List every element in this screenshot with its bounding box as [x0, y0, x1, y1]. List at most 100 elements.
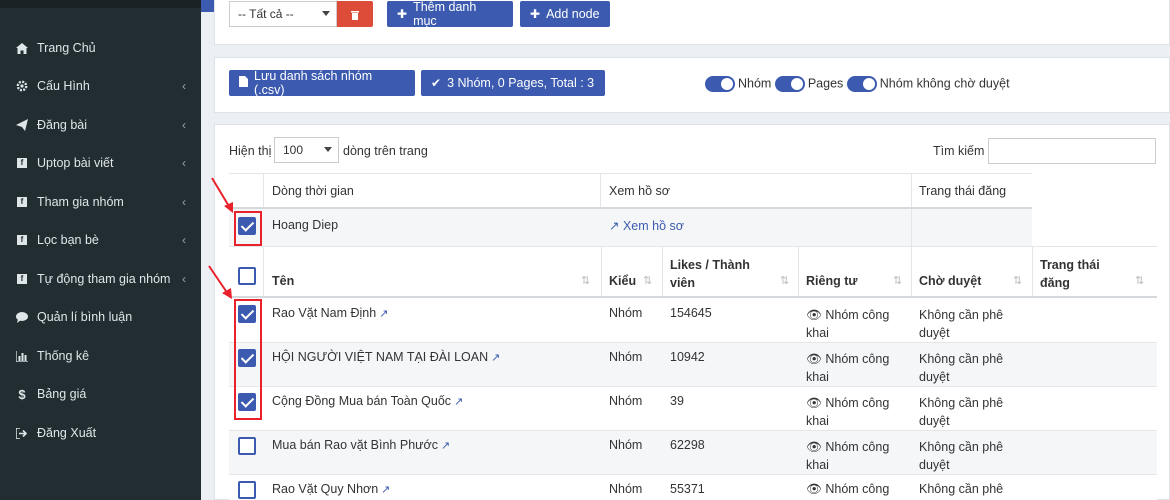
chevron-down-icon	[324, 147, 332, 152]
group-members: 62298	[670, 438, 705, 452]
sidebar-item-label: Uptop bài viết	[37, 156, 114, 170]
facebook-square-icon: f	[15, 274, 29, 284]
sort-icon[interactable]: ⇅	[1135, 274, 1144, 287]
timeline-header-status: Trang thái đăng	[919, 184, 1007, 198]
column-header-type[interactable]: Kiểu	[609, 274, 636, 288]
toggle-groups[interactable]	[705, 76, 735, 92]
external-link-icon: ↗	[379, 308, 389, 320]
delete-category-button[interactable]	[337, 1, 373, 27]
add-node-button[interactable]: ✚ Add node	[520, 1, 610, 27]
group-name-link[interactable]: HỘI NGƯỜI VIỆT NAM TẠI ĐÀI LOAN ↗	[272, 350, 500, 364]
page-size-select[interactable]: 100	[274, 137, 339, 163]
group-members: 154645	[670, 306, 712, 320]
column-header-name[interactable]: Tên	[272, 274, 294, 288]
sidebar-item-stats[interactable]: Thống kê	[0, 337, 201, 375]
search-input[interactable]	[988, 138, 1156, 164]
add-category-button[interactable]: ✚ Thêm danh mục	[387, 0, 513, 28]
group-members: 39	[670, 394, 684, 408]
sidebar: Trang Chủ Cấu Hình ‹ Đăng bài ‹ f Uptop …	[0, 0, 201, 500]
column-header-privacy[interactable]: Riêng tư	[806, 274, 857, 288]
chevron-left-icon: ‹	[182, 233, 186, 247]
group-privacy: 👁 Nhóm công khai	[806, 396, 890, 428]
group-members: 10942	[670, 350, 705, 364]
sort-icon[interactable]: ⇅	[893, 274, 902, 287]
column-header-approval[interactable]: Chờ duyệt	[919, 274, 981, 288]
plus-icon: ✚	[397, 7, 408, 21]
group-name-link[interactable]: Cộng Đồng Mua bán Toàn Quốc ↗	[272, 394, 463, 408]
actions-panel: Lưu danh sách nhóm (.csv) ✔ 3 Nhóm, 0 Pa…	[214, 57, 1170, 113]
group-privacy: 👁 Nhóm công khai	[806, 352, 890, 384]
external-link-icon: ↗	[381, 484, 391, 496]
paper-plane-icon	[15, 119, 29, 131]
group-type: Nhóm	[609, 350, 643, 364]
sidebar-item-config[interactable]: Cấu Hình ‹	[0, 67, 201, 105]
annotation-arrows	[208, 177, 233, 299]
trash-icon	[351, 10, 359, 20]
page-size-value: 100	[283, 143, 304, 157]
chevron-left-icon: ‹	[182, 195, 186, 209]
row-checkbox[interactable]	[238, 481, 256, 499]
comment-icon	[15, 311, 29, 323]
group-type: Nhóm	[609, 394, 643, 408]
check-icon: ✔	[431, 76, 442, 90]
sidebar-item-label: Tự động tham gia nhóm	[37, 272, 171, 286]
save-csv-button[interactable]: Lưu danh sách nhóm (.csv)	[229, 69, 415, 97]
sidebar-item-logout[interactable]: Đăng Xuất	[0, 414, 201, 452]
chevron-left-icon: ‹	[182, 272, 186, 286]
group-type: Nhóm	[609, 306, 643, 320]
group-name-link[interactable]: Rao Vặt Nam Định ↗	[272, 306, 388, 320]
sidebar-item-label: Đăng Xuất	[37, 426, 97, 440]
sidebar-item-label: Bảng giá	[37, 387, 87, 401]
show-label: Hiện thị	[229, 144, 272, 158]
sidebar-item-label: Đăng bài	[37, 118, 88, 132]
column-header-members[interactable]: Likes / Thành viên	[670, 256, 770, 292]
eye-icon: 👁	[806, 482, 822, 496]
sidebar-item-filter-friends[interactable]: f Lọc bạn bè ‹	[0, 221, 201, 259]
sidebar-item-home[interactable]: Trang Chủ	[0, 29, 201, 67]
filter-toggles: Nhóm Pages Nhóm không chờ duyệt	[705, 76, 1010, 92]
sort-icon[interactable]: ⇅	[1013, 274, 1022, 287]
group-type: Nhóm	[609, 438, 643, 452]
sidebar-item-pricing[interactable]: $ Bảng giá	[0, 375, 201, 413]
column-header-status[interactable]: Trang thái đăng	[1040, 256, 1110, 292]
view-profile-link[interactable]: ↗ Xem hồ sơ	[609, 218, 684, 233]
toggle-pages[interactable]	[774, 76, 805, 92]
plus-icon: ✚	[530, 7, 541, 21]
bar-chart-icon	[15, 350, 29, 362]
sort-icon[interactable]: ⇅	[780, 274, 789, 287]
chevron-left-icon: ‹	[182, 79, 186, 93]
summary-button[interactable]: ✔ 3 Nhóm, 0 Pages, Total : 3	[421, 70, 605, 96]
timeline-header-profile: Xem hồ sơ	[609, 184, 670, 198]
sidebar-item-label: Cấu Hình	[37, 79, 90, 93]
gear-icon	[15, 80, 29, 92]
search-label: Tìm kiếm	[933, 144, 985, 158]
sidebar-item-uptop[interactable]: f Uptop bài viết ‹	[0, 144, 201, 182]
external-link-icon: ↗	[454, 396, 464, 408]
per-page-label: dòng trên trang	[343, 144, 428, 158]
sort-icon[interactable]: ⇅	[581, 274, 590, 287]
group-privacy: 👁 Nhóm công khai	[806, 308, 890, 340]
facebook-square-icon: f	[15, 158, 29, 168]
sidebar-item-label: Thống kê	[37, 349, 90, 363]
sidebar-item-label: Tham gia nhóm	[37, 195, 124, 209]
external-link-icon: ↗	[440, 440, 451, 452]
chevron-left-icon: ‹	[182, 156, 186, 170]
sidebar-item-auto-join[interactable]: f Tự động tham gia nhóm ‹	[0, 260, 201, 298]
sidebar-item-join-group[interactable]: f Tham gia nhóm ‹	[0, 183, 201, 221]
category-filter-select[interactable]: -- Tất cả --	[229, 1, 337, 27]
sort-icon[interactable]: ⇅	[643, 274, 652, 287]
group-name-link[interactable]: Rao Vặt Quy Nhơn ↗	[272, 482, 390, 496]
eye-icon: 👁	[806, 352, 822, 366]
toggle-unapproved[interactable]	[846, 76, 877, 92]
highlight-box-row-checkboxes	[234, 299, 262, 420]
sidebar-item-post[interactable]: Đăng bài ‹	[0, 106, 201, 144]
external-link-icon: ↗	[609, 219, 620, 233]
timeline-header-name: Dòng thời gian	[272, 184, 354, 198]
group-name-link[interactable]: Mua bán Rao vặt Bình Phước ↗	[272, 438, 450, 452]
toggle-groups-label: Nhóm	[738, 76, 772, 91]
sidebar-item-comments[interactable]: Quản lí bình luận	[0, 298, 201, 336]
sidebar-item-label: Quản lí bình luận	[37, 310, 133, 324]
facebook-square-icon: f	[15, 235, 29, 245]
row-checkbox[interactable]	[238, 437, 256, 455]
eye-icon: 👁	[806, 396, 822, 410]
